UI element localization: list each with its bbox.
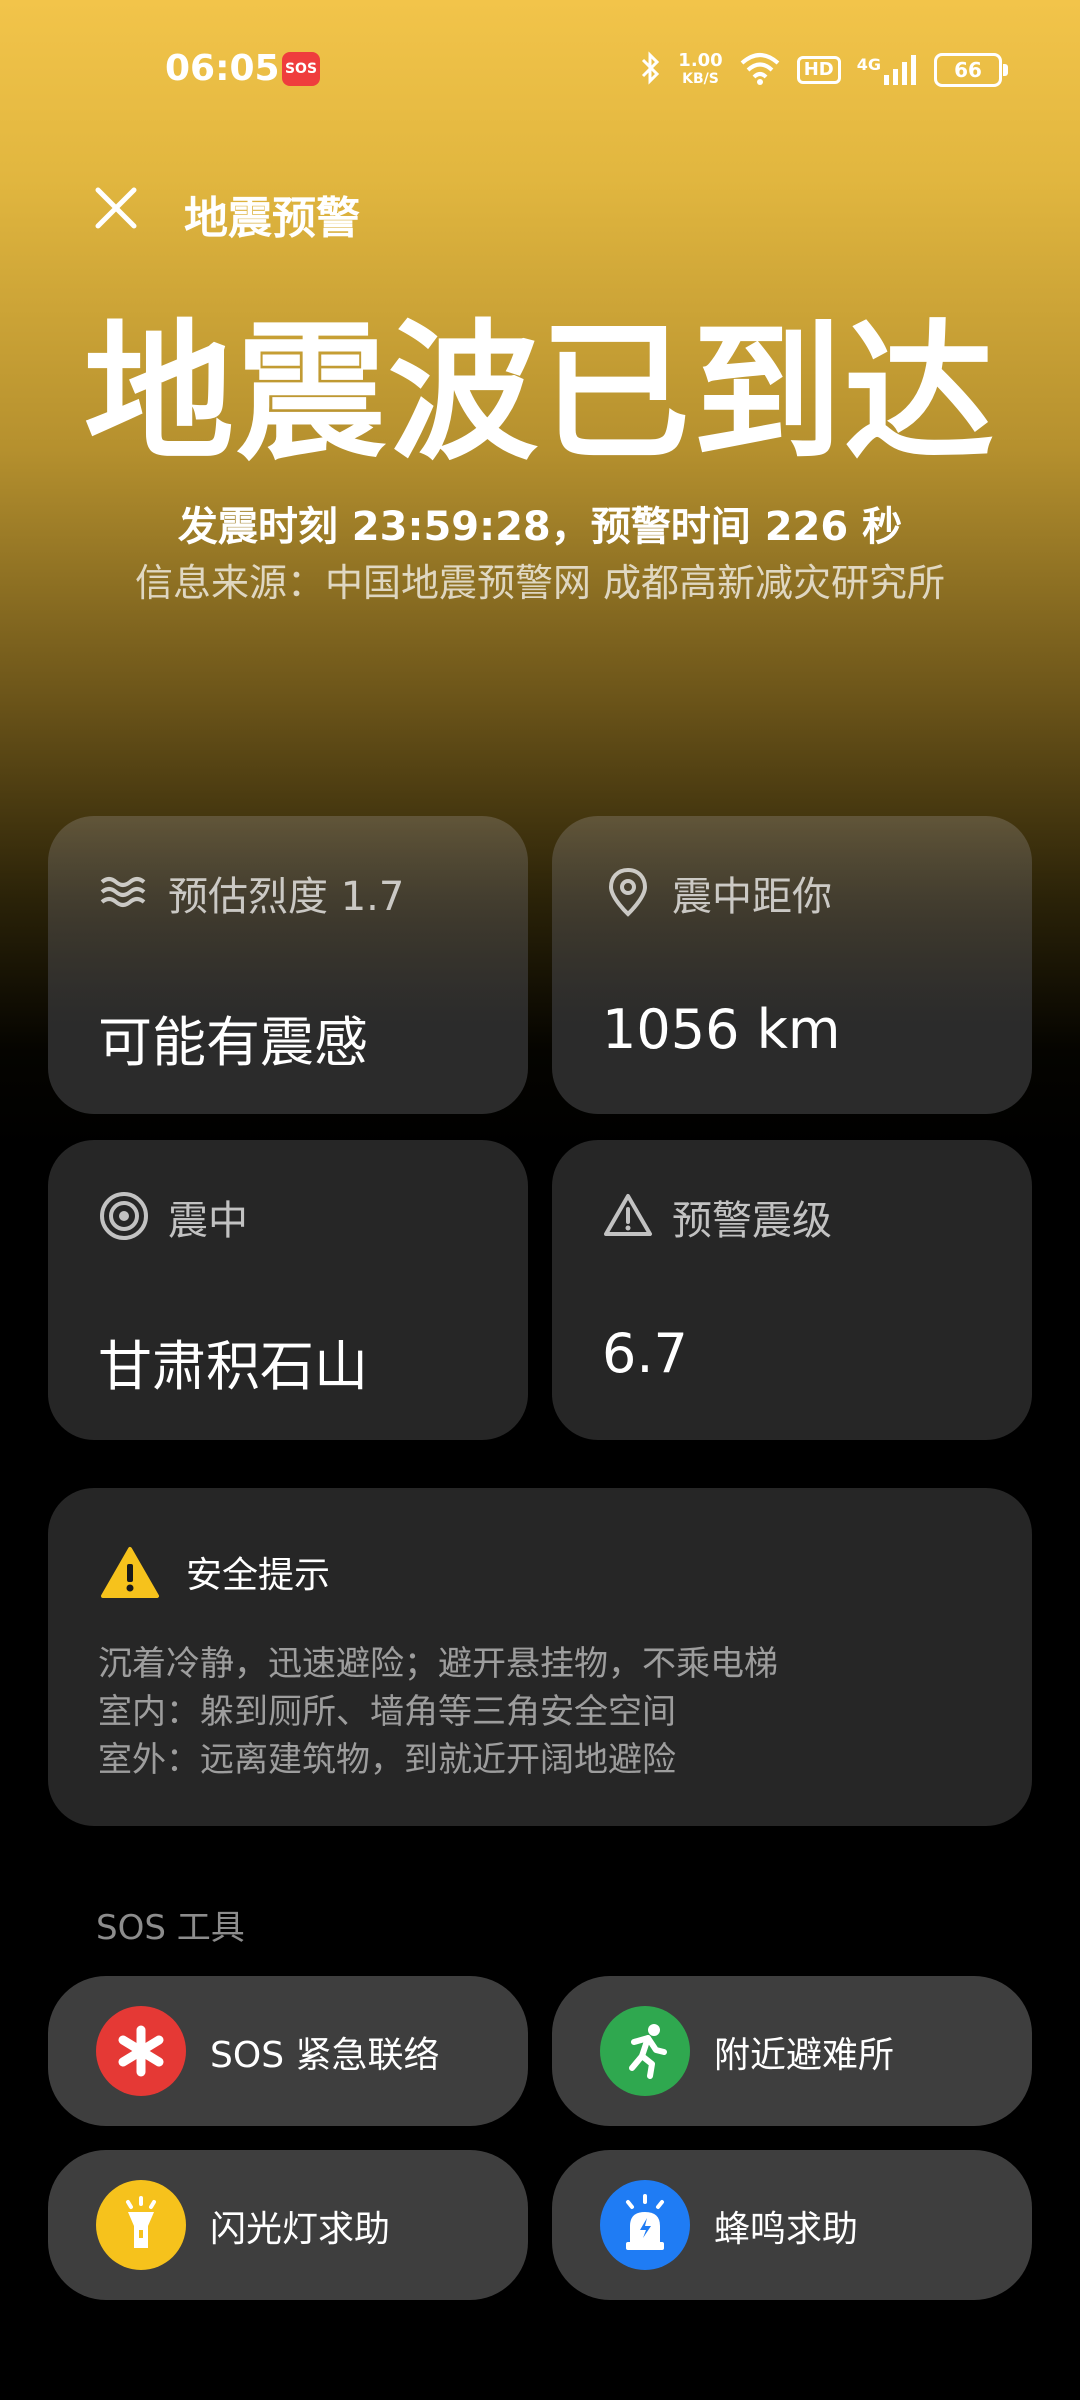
running-person-icon <box>600 2006 690 2096</box>
warning-icon <box>101 1547 159 1598</box>
bluetooth-icon <box>640 50 662 90</box>
sos-emergency-contact-button[interactable]: SOS 紧急联络 <box>48 1976 528 2126</box>
close-icon <box>95 187 137 229</box>
sos-tools-heading: SOS 工具 <box>96 1908 245 1948</box>
tool-label: 附近避难所 <box>714 2035 895 2076</box>
page-title: 地震预警 <box>184 193 360 244</box>
flashlight-help-button[interactable]: 闪光灯求助 <box>48 2150 528 2300</box>
event-time-line: 发震时刻 23:59:28，预警时间 226 秒 <box>177 504 903 550</box>
intensity-value: 可能有震感 <box>98 1011 368 1074</box>
alert-headline: 地震波已到达 <box>83 307 996 481</box>
network-speed: 1.00 KB/S <box>678 50 723 88</box>
hd-voice-badge: HD <box>796 56 841 84</box>
tool-label: SOS 紧急联络 <box>210 2035 440 2076</box>
tool-label: 蜂鸣求助 <box>714 2209 859 2250</box>
distance-value: 1056 km <box>602 998 841 1061</box>
asterisk-icon <box>96 2006 186 2096</box>
safety-title: 安全提示 <box>186 1555 331 1596</box>
alarm-siren-icon <box>600 2180 690 2270</box>
flashlight-icon <box>96 2180 186 2270</box>
magnitude-value: 6.7 <box>602 1322 688 1385</box>
info-source-line: 信息来源：中国地震预警网 成都高新减灾研究所 <box>134 561 946 605</box>
buzzer-help-button[interactable]: 蜂鸣求助 <box>552 2150 1032 2300</box>
close-button[interactable] <box>88 180 144 236</box>
intensity-card: 预估烈度 1.7 可能有震感 <box>48 816 528 1114</box>
wifi-icon <box>739 51 781 89</box>
magnitude-card: 预警震级 6.7 <box>552 1140 1032 1440</box>
distance-card: 震中距你 1056 km <box>552 816 1032 1114</box>
epicenter-card: 震中 甘肃积石山 <box>48 1140 528 1440</box>
safety-tips-card: 安全提示 沉着冷静，迅速避险；避开悬挂物，不乘电梯 室内：躲到厕所、墙角等三角安… <box>48 1488 1032 1826</box>
location-pin-icon <box>608 867 648 917</box>
epicenter-label: 震中 <box>168 1198 248 1244</box>
epicenter-value: 甘肃积石山 <box>98 1335 368 1398</box>
magnitude-label: 预警震级 <box>672 1198 832 1244</box>
cellular-signal-icon: 4G <box>857 55 918 85</box>
intensity-label: 预估烈度 1.7 <box>168 874 405 920</box>
status-icons: 1.00 KB/S HD 4G 66 <box>640 46 1008 94</box>
status-time: 06:05 <box>165 48 280 89</box>
safety-tip-line: 室外：远离建筑物，到就近开阔地避险 <box>98 1740 676 1780</box>
safety-tip-line: 沉着冷静，迅速避险；避开悬挂物，不乘电梯 <box>98 1644 778 1684</box>
waves-icon <box>100 877 146 907</box>
distance-label: 震中距你 <box>672 874 832 920</box>
tool-label: 闪光灯求助 <box>210 2209 391 2250</box>
warning-outline-icon <box>604 1194 652 1236</box>
safety-tip-line: 室内：躲到厕所、墙角等三角安全空间 <box>98 1692 676 1732</box>
battery-indicator: 66 <box>934 53 1008 87</box>
sos-notification-badge: SOS <box>282 52 320 86</box>
status-bar: 06:05 SOS 1.00 KB/S HD 4G 66 <box>0 40 1080 100</box>
target-icon <box>100 1192 148 1240</box>
nearby-shelter-button[interactable]: 附近避难所 <box>552 1976 1032 2126</box>
